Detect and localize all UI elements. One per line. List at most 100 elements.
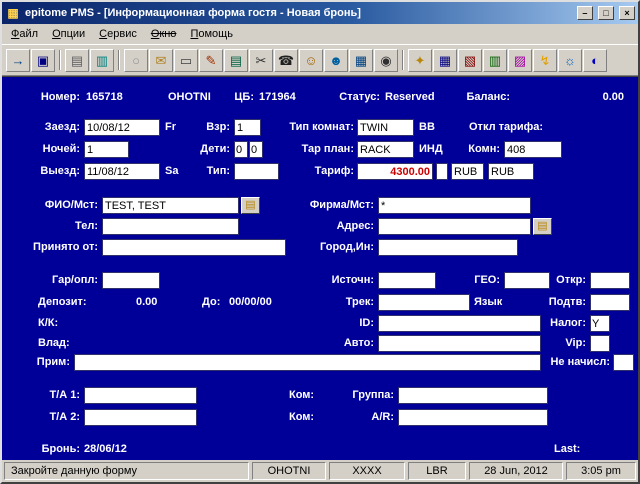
- rate-amount-field[interactable]: [357, 163, 433, 180]
- rate-plan-field[interactable]: [357, 141, 414, 158]
- group-field[interactable]: [398, 387, 548, 404]
- guest-lookup-button[interactable]: ▤: [241, 197, 260, 214]
- guest-icon[interactable]: ☺: [299, 49, 323, 72]
- open-label: Откр:: [544, 274, 586, 286]
- open-field[interactable]: [590, 272, 630, 289]
- type-label: Тип:: [190, 165, 230, 177]
- room-type-label: Тип комнат:: [270, 121, 354, 133]
- menu-help[interactable]: Помощь: [183, 26, 240, 42]
- mail-icon[interactable]: ✉: [149, 49, 173, 72]
- balance-label: Баланс:: [460, 91, 510, 103]
- ring-icon[interactable]: ○: [124, 49, 148, 72]
- ar-label: А/R:: [336, 411, 394, 423]
- add-guest-icon[interactable]: ☻: [324, 49, 348, 72]
- nights-label: Ночей:: [22, 143, 80, 155]
- room-field[interactable]: [504, 141, 562, 158]
- info-icon[interactable]: ◐: [583, 49, 607, 72]
- arrival-weekday: Fr: [165, 121, 176, 133]
- status-value: Reserved: [385, 91, 435, 103]
- currency1-field[interactable]: [451, 163, 484, 180]
- confirm-field[interactable]: [590, 294, 630, 311]
- track-field[interactable]: [378, 294, 470, 311]
- accepted-by-field[interactable]: [102, 239, 286, 256]
- address-field[interactable]: [378, 218, 531, 235]
- room-label: Комн:: [454, 143, 500, 155]
- adults-field[interactable]: [234, 119, 261, 136]
- globe-icon[interactable]: ☼: [558, 49, 582, 72]
- key-icon[interactable]: ✦: [408, 49, 432, 72]
- arrival-date-field[interactable]: [84, 119, 160, 136]
- room-type-field[interactable]: [357, 119, 414, 136]
- vip-field[interactable]: [590, 335, 610, 352]
- no-charge-field[interactable]: [613, 354, 634, 371]
- currency2-field[interactable]: [488, 163, 534, 180]
- menu-service[interactable]: Сервис: [92, 26, 144, 42]
- company-field[interactable]: [378, 197, 531, 214]
- ar-field[interactable]: [398, 409, 548, 426]
- city-label: Город,Ин:: [288, 241, 374, 253]
- calendar-icon[interactable]: ▧: [458, 49, 482, 72]
- guest-name-label: ФИО/Мст:: [20, 199, 98, 211]
- address-lookup-button[interactable]: ▤: [533, 218, 552, 235]
- arrival-label: Заезд:: [22, 121, 80, 133]
- travel-agent2-field[interactable]: [84, 409, 197, 426]
- copy-icon[interactable]: ▤: [65, 49, 89, 72]
- toolbar-separator: [59, 50, 61, 70]
- board-code: BB: [419, 121, 435, 133]
- nights-field[interactable]: [84, 141, 129, 158]
- notes-label: Прим:: [28, 356, 70, 368]
- maximize-button[interactable]: □: [598, 6, 614, 20]
- print-icon[interactable]: ▭: [174, 49, 198, 72]
- departure-date-field[interactable]: [84, 163, 160, 180]
- geo-label: ГЕО:: [454, 274, 500, 286]
- guarantee-field[interactable]: [102, 272, 160, 289]
- toolbar-separator: [118, 50, 120, 70]
- source-field[interactable]: [378, 272, 436, 289]
- status-user: LBR: [408, 462, 466, 480]
- children2-field[interactable]: [249, 141, 263, 158]
- commission2-label: Ком:: [289, 411, 314, 423]
- status-code: XXXX: [329, 462, 405, 480]
- tax-field[interactable]: [590, 315, 610, 332]
- books-icon[interactable]: ▥: [483, 49, 507, 72]
- credit-card-label: К/К:: [38, 317, 58, 329]
- city-field[interactable]: [378, 239, 518, 256]
- title-bar: ▦ epitome PMS - [Информационная форма го…: [2, 2, 638, 24]
- table-icon[interactable]: ▦: [433, 49, 457, 72]
- menu-file[interactable]: Файл: [4, 26, 45, 42]
- hotel-code: OHOTNI: [168, 91, 211, 103]
- cb-label: ЦБ:: [224, 91, 254, 103]
- minimize-button[interactable]: –: [577, 6, 593, 20]
- guest-name-field[interactable]: [102, 197, 239, 214]
- close-button[interactable]: ×: [619, 6, 635, 20]
- cut-icon[interactable]: ✂: [249, 49, 273, 72]
- app-icon: ▦: [5, 5, 21, 21]
- phone-field[interactable]: [102, 218, 239, 235]
- auto-field[interactable]: [378, 335, 541, 352]
- status-time: 3:05 pm: [566, 462, 636, 480]
- deposit-label: Депозит:: [38, 296, 87, 308]
- number-label: Номер:: [26, 91, 80, 103]
- commission1-label: Ком:: [289, 389, 314, 401]
- rate-extra-field[interactable]: [436, 163, 448, 180]
- rate-plan-label: Тар план:: [270, 143, 354, 155]
- exit-door-icon[interactable]: →: [6, 49, 30, 72]
- menu-window[interactable]: Окно: [144, 26, 184, 42]
- gift-icon[interactable]: ▨: [508, 49, 532, 72]
- lightning-icon[interactable]: ↯: [533, 49, 557, 72]
- confirm-label: Подтв:: [536, 296, 586, 308]
- id-field[interactable]: [378, 315, 541, 332]
- notes-field[interactable]: [74, 354, 541, 371]
- window-controls: – □ ×: [575, 6, 635, 20]
- grid-icon[interactable]: ▦: [349, 49, 373, 72]
- travel-agent1-field[interactable]: [84, 387, 197, 404]
- children1-field[interactable]: [234, 141, 248, 158]
- menu-options[interactable]: Опции: [45, 26, 92, 42]
- edit-icon[interactable]: ✎: [199, 49, 223, 72]
- cascade-windows-icon[interactable]: ▥: [90, 49, 114, 72]
- phone-icon[interactable]: ☎: [274, 49, 298, 72]
- save-icon[interactable]: ▣: [31, 49, 55, 72]
- adults-label: Взр:: [190, 121, 230, 133]
- search-doc-icon[interactable]: ◉: [374, 49, 398, 72]
- ledger-icon[interactable]: ▤: [224, 49, 248, 72]
